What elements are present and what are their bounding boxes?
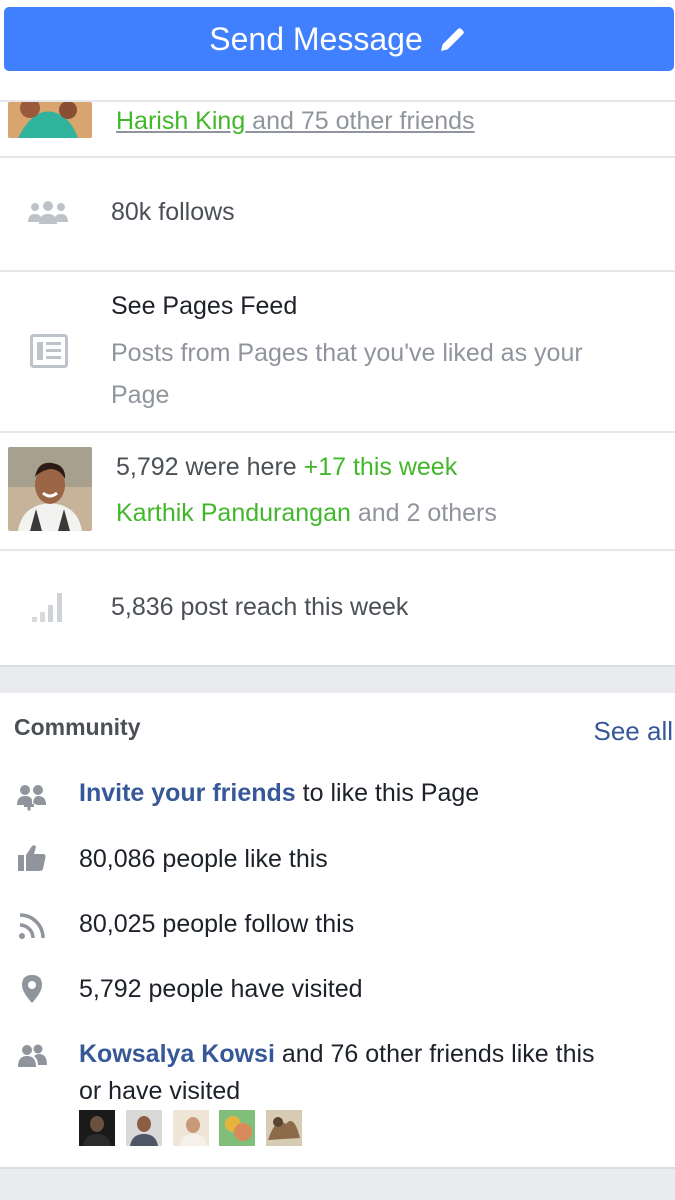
section-divider-bottom bbox=[0, 1167, 675, 1200]
likes-count: 80,086 people like this bbox=[79, 845, 328, 873]
friends-like-line-1: Kowsalya Kowsi and 76 other friends like… bbox=[79, 1040, 595, 1069]
friend-name-link[interactable]: Harish King bbox=[116, 107, 245, 135]
thumbs-up-icon bbox=[18, 845, 46, 871]
friends-like-line-2[interactable]: or have visited bbox=[79, 1077, 240, 1106]
pages-feed-subtitle-1: Posts from Pages that you've liked as yo… bbox=[111, 339, 583, 367]
rss-icon bbox=[19, 913, 45, 939]
checkins-others[interactable]: and 2 others bbox=[351, 499, 497, 527]
community-title: Community bbox=[14, 714, 141, 740]
friends-text[interactable]: Harish King and 75 other friends bbox=[116, 107, 475, 136]
friend-thumbnail[interactable] bbox=[266, 1110, 302, 1146]
reach-row: 5,836 post reach this week bbox=[0, 551, 675, 665]
checkins-count-text: 5,792 were here bbox=[116, 453, 304, 481]
friends-rest: and 75 other friends bbox=[245, 107, 475, 135]
reach-text: 5,836 post reach this week bbox=[111, 593, 409, 621]
friends-icon bbox=[18, 1044, 47, 1067]
checkins-count: 5,792 were here +17 this week bbox=[116, 453, 457, 482]
visited-count: 5,792 people have visited bbox=[79, 975, 363, 1003]
invite-friends-link[interactable]: Invite your friends bbox=[79, 779, 296, 807]
location-pin-icon bbox=[22, 975, 42, 1003]
checkins-week: +17 this week bbox=[303, 453, 458, 481]
pencil-icon bbox=[440, 28, 464, 51]
friend-avatar[interactable] bbox=[8, 102, 92, 138]
send-message-button[interactable]: Send Message bbox=[4, 7, 674, 71]
friend-thumbnail[interactable] bbox=[79, 1110, 115, 1146]
invite-line: Invite your friends to like this Page bbox=[79, 779, 479, 808]
signal-bars-icon bbox=[32, 593, 62, 622]
feed-icon bbox=[30, 334, 68, 368]
people-icon bbox=[28, 201, 68, 224]
checkins-row: 5,792 were here +17 this week Karthik Pa… bbox=[0, 433, 675, 551]
karthik-link[interactable]: Karthik Pandurangan bbox=[116, 499, 351, 527]
pages-feed-title[interactable]: See Pages Feed bbox=[111, 292, 297, 321]
friends-row: Harish King and 75 other friends bbox=[0, 100, 675, 158]
add-friend-icon bbox=[17, 785, 46, 811]
friend-thumbnail[interactable] bbox=[173, 1110, 209, 1146]
friends-like-rest[interactable]: and 76 other friends like this bbox=[275, 1040, 595, 1068]
section-divider bbox=[0, 665, 675, 693]
follows-text: 80k follows bbox=[111, 198, 235, 226]
kowsalya-link[interactable]: Kowsalya Kowsi bbox=[79, 1040, 275, 1068]
follows-row: 80k follows bbox=[0, 158, 675, 272]
invite-rest: to like this Page bbox=[295, 779, 480, 807]
checkins-friends: Karthik Pandurangan and 2 others bbox=[116, 499, 497, 528]
pages-feed-subtitle-2: Page bbox=[111, 381, 170, 409]
friend-thumbnail[interactable] bbox=[126, 1110, 162, 1146]
pages-feed-row[interactable]: See Pages Feed Posts from Pages that you… bbox=[0, 272, 675, 433]
see-all-link[interactable]: See all bbox=[594, 716, 674, 747]
follows-count: 80,025 people follow this bbox=[79, 910, 355, 938]
friend-thumbnail[interactable] bbox=[219, 1110, 255, 1146]
karthik-avatar[interactable] bbox=[8, 447, 92, 531]
send-message-label: Send Message bbox=[209, 20, 423, 57]
